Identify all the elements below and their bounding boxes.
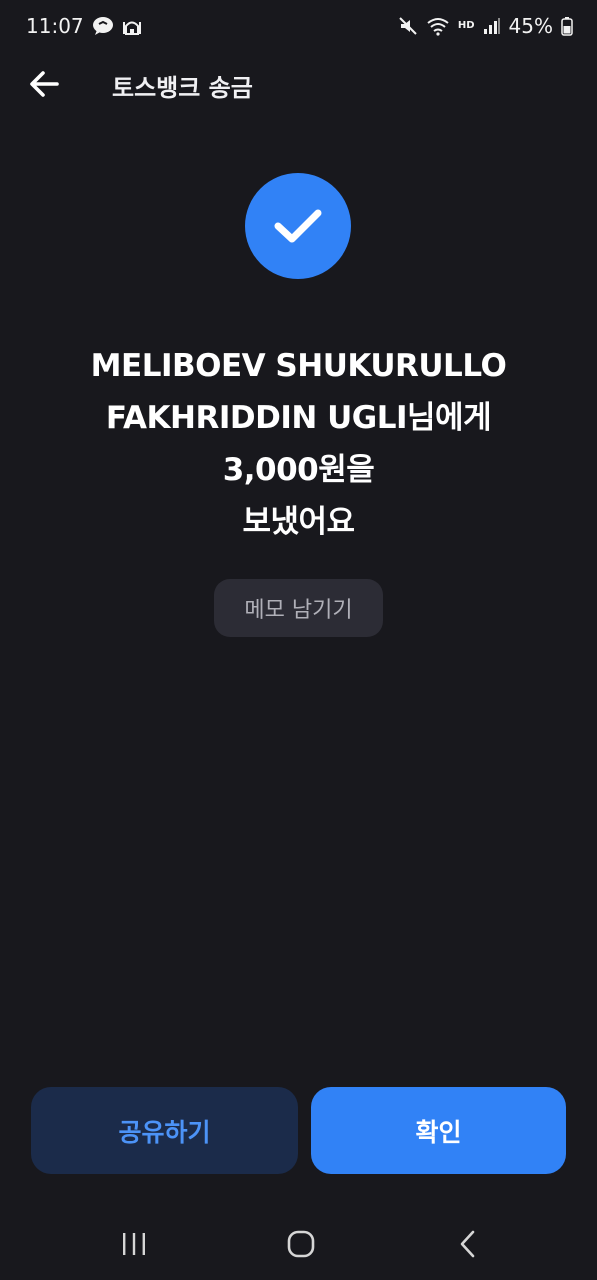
recipient-name-line2: FAKHRIDDIN UGLI님에게 [105, 400, 492, 436]
app-header: 토스뱅크 송금 [0, 52, 597, 116]
success-message: MELIBOEV SHUKURULLO FAKHRIDDIN UGLI님에게 3… [0, 340, 597, 548]
sent-line: 보냈어요 [242, 504, 355, 540]
chat-bubble-icon [92, 16, 114, 36]
battery-percent: 45% [508, 14, 553, 38]
back-button[interactable] [22, 62, 66, 106]
wifi-icon [426, 16, 450, 36]
signal-icon [483, 17, 501, 35]
hd-voice-icon: HD [457, 20, 475, 31]
recents-button[interactable] [110, 1224, 158, 1264]
home-button[interactable] [277, 1224, 325, 1264]
battery-icon [561, 16, 573, 36]
checkmark-icon [274, 209, 322, 243]
status-right: HD 45% [398, 14, 573, 38]
amount-line: 3,000원을 [222, 452, 375, 488]
success-check [245, 173, 351, 279]
status-bar: 11:07 HD 45% [0, 0, 597, 52]
page-title: 토스뱅크 송금 [112, 74, 253, 102]
share-button[interactable]: 공유하기 [31, 1087, 298, 1174]
back-icon [460, 1230, 475, 1258]
confirm-button[interactable]: 확인 [311, 1087, 566, 1174]
arrow-left-icon [30, 71, 59, 97]
transfer-complete-screen: 11:07 HD 45% 토스뱅크 송금 MELIBOEV SHUKURULLO… [0, 0, 597, 1280]
status-left: 11:07 [26, 14, 142, 38]
status-time: 11:07 [26, 14, 84, 38]
system-back-button[interactable] [444, 1224, 492, 1264]
system-nav-bar [0, 1210, 597, 1280]
recents-icon [123, 1233, 145, 1255]
home-icon [287, 1230, 315, 1258]
leave-memo-button[interactable]: 메모 남기기 [214, 579, 383, 637]
recipient-name-line1: MELIBOEV SHUKURULLO [90, 348, 507, 384]
mosque-icon [122, 16, 142, 36]
mute-icon [398, 16, 418, 36]
